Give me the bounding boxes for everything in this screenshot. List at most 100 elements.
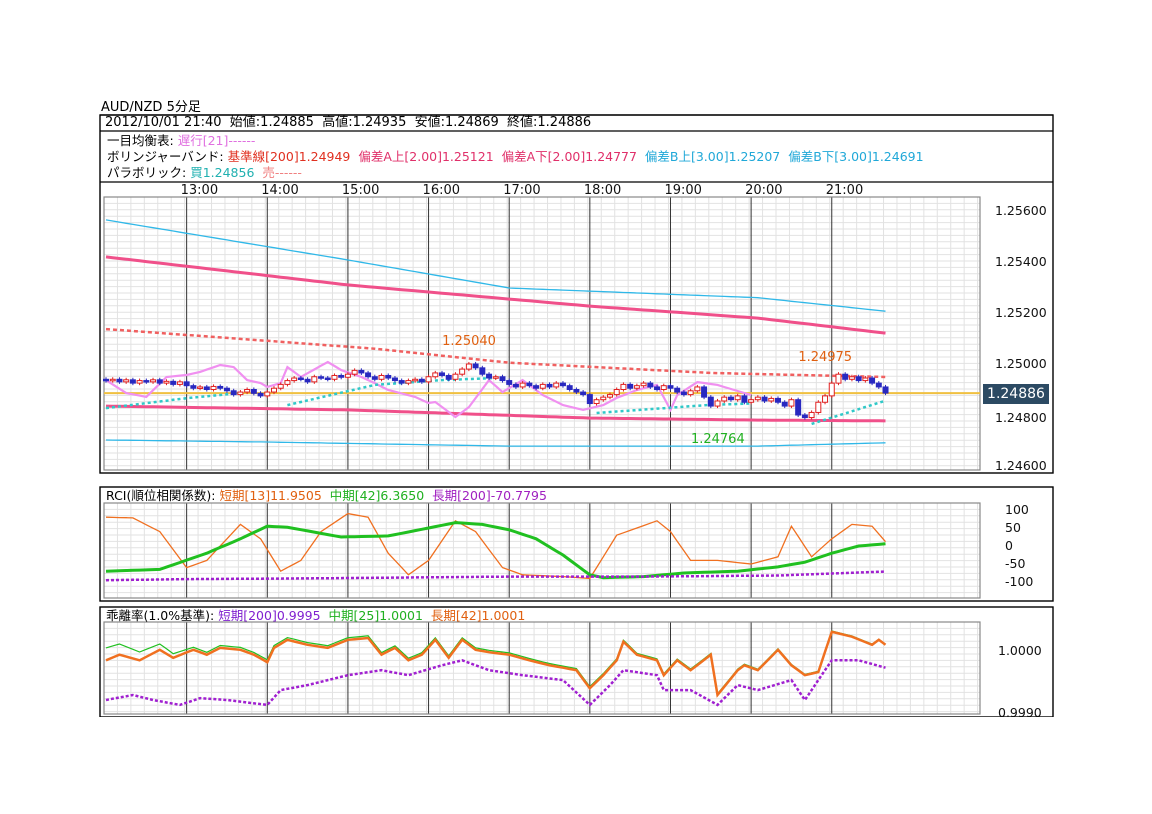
chart-title: AUD/NZD 5分足 bbox=[101, 100, 201, 115]
candle-body bbox=[680, 391, 687, 396]
candle bbox=[365, 370, 372, 379]
price-grid bbox=[103, 196, 981, 471]
candle-body bbox=[398, 380, 405, 384]
candle-body bbox=[882, 386, 889, 394]
candle-body bbox=[331, 374, 338, 380]
rci-tick-label: -100 bbox=[1005, 574, 1034, 589]
candle-body bbox=[768, 397, 775, 402]
candle-body bbox=[499, 376, 506, 382]
candle-body bbox=[217, 385, 224, 389]
candle-body bbox=[129, 379, 136, 384]
candle bbox=[788, 397, 795, 409]
deviation-long-legend: 長期[42]1.0001 bbox=[430, 608, 526, 623]
parabolic-sell: 売------ bbox=[262, 165, 302, 180]
candle-body bbox=[788, 399, 795, 407]
candle-body bbox=[580, 391, 587, 396]
parabolic-buy: 買1.24856 bbox=[190, 165, 255, 180]
candle-body bbox=[465, 363, 472, 370]
candle-body bbox=[486, 373, 493, 379]
candle-body bbox=[566, 385, 573, 390]
time-label: 15:00 bbox=[341, 183, 380, 198]
candle-body bbox=[418, 378, 425, 383]
candle-body bbox=[176, 381, 183, 385]
price-tick-label: 1.24800 bbox=[995, 410, 1047, 425]
rci-long-legend: 長期[200]-70.7795 bbox=[432, 488, 547, 503]
candle-body bbox=[828, 382, 835, 397]
price-annotation: 1.24764 bbox=[690, 432, 745, 448]
candle bbox=[727, 395, 734, 402]
candle-body bbox=[391, 377, 398, 382]
candle-body bbox=[250, 389, 257, 394]
time-label: 16:00 bbox=[422, 183, 461, 198]
candle-body bbox=[660, 385, 667, 390]
bb-a-upper-line bbox=[105, 255, 886, 335]
candle-body bbox=[539, 383, 546, 389]
candle-body bbox=[633, 385, 640, 389]
rci-tick-label: 100 bbox=[1005, 502, 1029, 517]
candle-body bbox=[405, 380, 412, 384]
candle-body bbox=[136, 380, 143, 384]
candle-body bbox=[183, 381, 190, 387]
candle-body bbox=[197, 386, 204, 389]
candle-body bbox=[553, 382, 560, 388]
candle-body bbox=[385, 374, 392, 379]
time-label: 14:00 bbox=[261, 183, 299, 198]
ohlc-open: 始値:1.24885 bbox=[229, 115, 314, 130]
last-price-label: 1.24886 bbox=[983, 384, 1049, 404]
candle bbox=[835, 372, 842, 386]
candle-body bbox=[707, 396, 714, 407]
candle-body bbox=[445, 374, 452, 380]
candle-body bbox=[647, 382, 654, 388]
candle bbox=[324, 375, 331, 382]
candle-body bbox=[344, 373, 351, 378]
candle bbox=[593, 397, 600, 406]
candle-body bbox=[687, 390, 694, 396]
time-label: 19:00 bbox=[664, 183, 702, 198]
candle-body bbox=[123, 379, 130, 383]
candle-body bbox=[721, 396, 728, 402]
candle-body bbox=[439, 372, 445, 376]
candle bbox=[136, 378, 143, 386]
parabolic-legend: パラボリック: 買1.24856 売------ bbox=[107, 166, 302, 180]
bb-a-lower-legend: 偏差A下[2.00]1.24777 bbox=[501, 149, 637, 164]
candle-body bbox=[297, 377, 304, 381]
candle-body bbox=[801, 414, 808, 419]
candle-body bbox=[714, 400, 721, 407]
ichimoku-legend: 一目均衡表: 遅行[21]------ bbox=[107, 134, 255, 148]
candle-body bbox=[318, 376, 325, 379]
candle-body bbox=[143, 380, 150, 383]
candle bbox=[479, 365, 486, 377]
candle-body bbox=[822, 395, 829, 403]
candle-body bbox=[862, 377, 869, 382]
candle-body bbox=[781, 401, 788, 407]
candle-body bbox=[835, 373, 842, 384]
candle-body bbox=[808, 411, 815, 419]
candle-body bbox=[694, 386, 701, 392]
candle-body bbox=[244, 389, 251, 393]
candle-body bbox=[848, 376, 855, 380]
chikou-legend: 遅行[21]------ bbox=[177, 133, 256, 148]
candle-body bbox=[727, 396, 734, 401]
candle-body bbox=[271, 387, 277, 393]
candle-body bbox=[365, 372, 372, 378]
candle-body bbox=[203, 386, 210, 391]
candle-body bbox=[412, 378, 419, 382]
candle-body bbox=[452, 373, 459, 380]
candle-body bbox=[170, 380, 177, 385]
candle-body bbox=[734, 395, 741, 401]
candle-body bbox=[741, 395, 748, 403]
rci-legend: RCI(順位相関係数): 短期[13]11.9505 中期[42]6.3650 … bbox=[106, 489, 547, 503]
candle-body bbox=[237, 391, 244, 396]
candle-body bbox=[875, 382, 882, 388]
rci-mid-legend: 中期[42]6.3650 bbox=[329, 488, 425, 503]
bb-b-upper-legend: 偏差B上[3.00]1.25207 bbox=[644, 149, 781, 164]
price-annotation: 1.24975 bbox=[798, 350, 853, 366]
candle-body bbox=[150, 379, 157, 383]
price-tick-label: 1.25400 bbox=[995, 254, 1047, 269]
candle bbox=[566, 383, 573, 392]
rci-long-line bbox=[105, 570, 886, 582]
candle-body bbox=[701, 386, 708, 398]
price-annotation: 1.25040 bbox=[442, 333, 496, 349]
bollinger-label: ボリンジャーバンド: bbox=[107, 149, 224, 164]
deviation-mid-legend: 中期[25]1.0001 bbox=[328, 608, 423, 623]
